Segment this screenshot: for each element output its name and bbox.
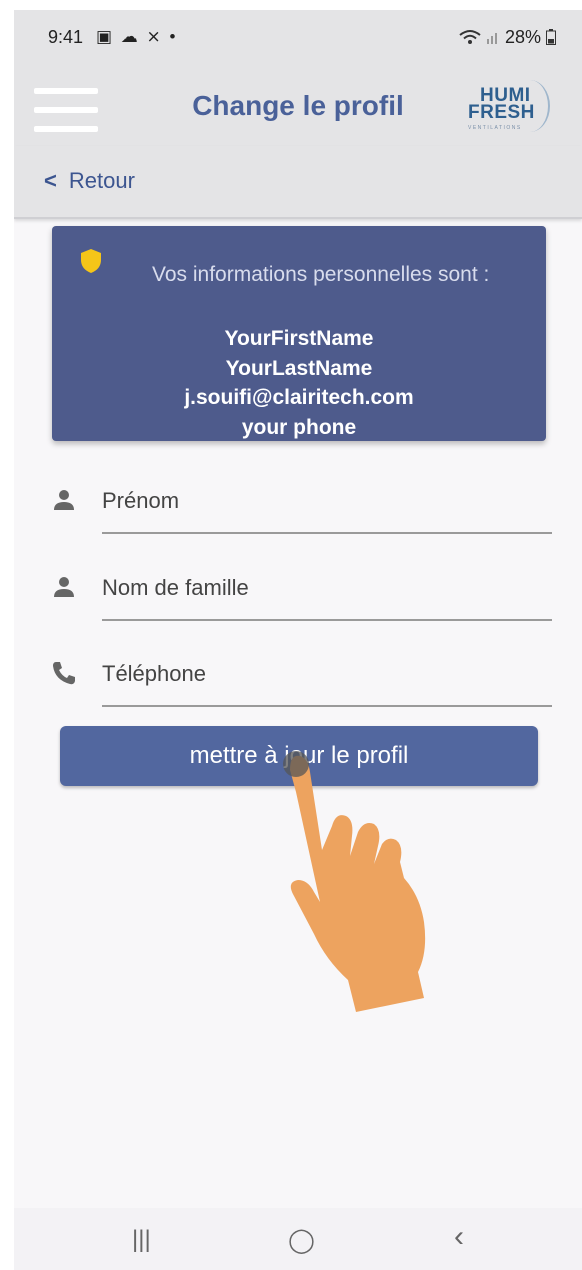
app-bar: Change le profil HUMI FRESH VENTILATIONS xyxy=(14,60,582,146)
home-nav-button[interactable]: ◯ xyxy=(288,1226,315,1255)
last-name-placeholder: Nom de famille xyxy=(102,575,249,600)
info-first-name: YourFirstName xyxy=(224,327,374,350)
wifi-icon xyxy=(459,30,481,44)
person-icon xyxy=(54,490,74,510)
info-phone: your phone xyxy=(241,415,357,439)
phone-screen: 9:41 ▣ ☁ ⨯ • 28% Change le profil HUMI F… xyxy=(14,10,582,1270)
first-name-placeholder: Prénom xyxy=(102,488,180,513)
phone-icon xyxy=(53,662,75,685)
first-name-field[interactable]: Prénom xyxy=(14,478,582,548)
notification-icons: ▣ ☁ ⨯ • xyxy=(96,27,178,46)
status-right: 28% xyxy=(459,27,556,48)
back-nav-button[interactable]: ‹ xyxy=(454,1220,464,1254)
person-icon xyxy=(54,577,74,597)
status-time: 9:41 xyxy=(48,27,84,47)
first-name-underline xyxy=(102,532,552,534)
info-values: YourFirstName YourLastName j.souifi@clai… xyxy=(52,324,546,442)
info-email: j.souifi@clairitech.com xyxy=(184,386,414,409)
back-bar: < Retour xyxy=(14,146,582,219)
last-name-field[interactable]: Nom de famille xyxy=(14,565,582,635)
humifresh-logo: HUMI FRESH VENTILATIONS xyxy=(466,80,552,134)
shield-icon xyxy=(81,249,101,273)
info-intro: Vos informations personnelles sont : xyxy=(152,263,490,286)
info-last-name: YourLastName xyxy=(225,356,373,380)
back-label: Retour xyxy=(68,168,135,193)
chevron-left-icon: < xyxy=(44,168,57,193)
status-bar: 9:41 ▣ ☁ ⨯ • 28% xyxy=(14,10,582,60)
phone-field[interactable]: Téléphone xyxy=(14,651,582,721)
battery-percent: 28% xyxy=(504,27,541,47)
recents-nav-button[interactable]: ||| xyxy=(132,1226,151,1254)
signal-icon xyxy=(486,33,497,44)
system-nav-bar: ||| ◯ ‹ xyxy=(14,1208,582,1270)
last-name-underline xyxy=(102,619,552,621)
battery-icon xyxy=(546,29,556,45)
phone-underline xyxy=(102,705,552,707)
personal-info-card: Vos informations personnelles sont : You… xyxy=(52,226,546,441)
phone-placeholder: Téléphone xyxy=(102,661,206,686)
back-link[interactable]: < Retour xyxy=(44,168,135,194)
tap-hand-icon xyxy=(283,751,426,1012)
